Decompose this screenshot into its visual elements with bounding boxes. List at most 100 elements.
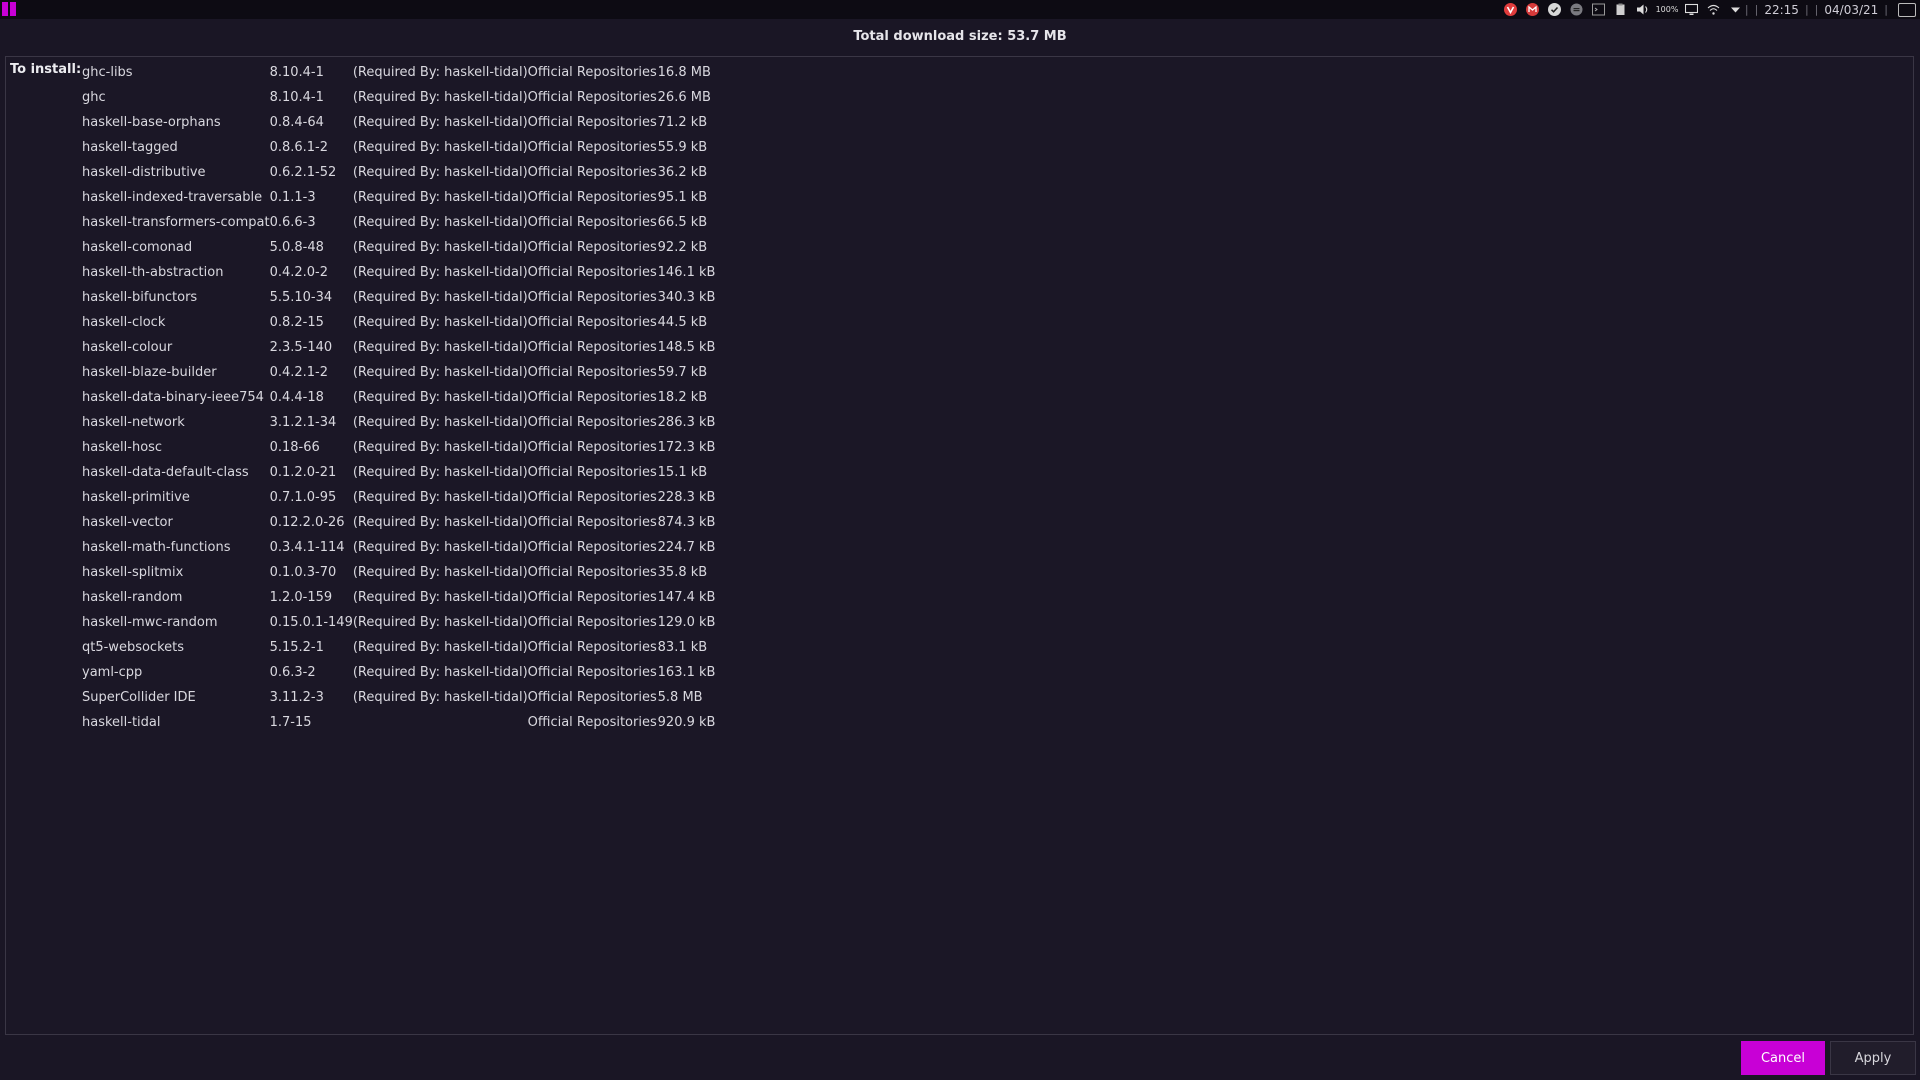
package-row[interactable]: haskell-data-default-class 0.1.2.0-21 (Req…	[82, 460, 715, 485]
package-required-by: (Required By: haskell-tidal)	[352, 215, 528, 230]
package-required-by: (Required By: haskell-tidal)	[352, 690, 528, 705]
package-repository: Official Repositories	[527, 465, 657, 480]
package-repository: Official Repositories	[527, 290, 657, 305]
package-repository: Official Repositories	[527, 390, 657, 405]
package-row[interactable]: haskell-base-orphans 0.8.4-64 (Required By…	[82, 110, 715, 135]
keyboard-icon[interactable]	[1898, 2, 1916, 17]
package-row[interactable]: haskell-mwc-random 0.15.0.1-149 (Required …	[82, 610, 715, 635]
display-icon[interactable]	[1685, 3, 1698, 16]
package-row[interactable]: haskell-indexed-traversable 0.1.1-3 (Requi…	[82, 185, 715, 210]
package-version: 0.3.4.1-114	[269, 540, 345, 555]
package-version: 0.12.2.0-26	[269, 515, 345, 530]
package-size: 71.2 kB	[657, 115, 708, 130]
package-name: haskell-math-functions	[82, 540, 231, 555]
check-icon[interactable]	[1548, 3, 1561, 16]
package-row[interactable]: SuperCollider IDE 3.11.2-3 (Required By: h…	[82, 685, 715, 710]
package-row[interactable]: haskell-random 1.2.0-159 (Required By: has…	[82, 585, 715, 610]
package-name: ghc	[82, 90, 106, 105]
clock-time[interactable]: 22:15	[1764, 3, 1799, 17]
terminal-icon[interactable]	[1592, 3, 1605, 16]
package-required-by: (Required By: haskell-tidal)	[352, 665, 528, 680]
package-repository: Official Repositories	[527, 540, 657, 555]
package-row[interactable]: haskell-math-functions 0.3.4.1-114 (Requir…	[82, 535, 715, 560]
package-size: 15.1 kB	[657, 465, 708, 480]
package-row[interactable]: haskell-network 3.1.2.1-34 (Required By: h…	[82, 410, 715, 435]
package-row[interactable]: haskell-tidal 1.7-15 Official Repositories…	[82, 710, 715, 735]
clock-date[interactable]: 04/03/21	[1824, 3, 1878, 17]
package-row[interactable]: haskell-bifunctors 5.5.10-34 (Required By:…	[82, 285, 715, 310]
chat-icon[interactable]	[1570, 3, 1583, 16]
package-row[interactable]: haskell-colour 2.3.5-140 (Required By: has…	[82, 335, 715, 360]
package-required-by: (Required By: haskell-tidal)	[352, 515, 528, 530]
cancel-button[interactable]: Cancel	[1741, 1041, 1825, 1075]
package-size: 92.2 kB	[657, 240, 708, 255]
vivaldi-icon[interactable]	[1504, 3, 1517, 16]
separator: |	[1744, 3, 1749, 16]
package-row[interactable]: qt5-websockets 5.15.2-1 (Required By: hask…	[82, 635, 715, 660]
package-size: 163.1 kB	[657, 665, 716, 680]
package-repository: Official Repositories	[527, 615, 657, 630]
package-repository: Official Repositories	[527, 690, 657, 705]
package-name: haskell-data-default-class	[82, 465, 249, 480]
package-version: 0.1.0.3-70	[269, 565, 337, 580]
package-size: 59.7 kB	[657, 365, 708, 380]
package-repository: Official Repositories	[527, 365, 657, 380]
package-name: haskell-bifunctors	[82, 290, 198, 305]
system-tray: 100%	[1504, 0, 1742, 19]
package-repository: Official Repositories	[527, 265, 657, 280]
package-row[interactable]: haskell-th-abstraction 0.4.2.0-2 (Required…	[82, 260, 715, 285]
package-required-by: (Required By: haskell-tidal)	[352, 165, 528, 180]
package-row[interactable]: haskell-data-binary-ieee754 0.4.4-18 (Requ…	[82, 385, 715, 410]
package-size: 95.1 kB	[657, 190, 708, 205]
apply-button[interactable]: Apply	[1830, 1041, 1916, 1075]
package-row[interactable]: haskell-distributive 0.6.2.1-52 (Required …	[82, 160, 715, 185]
total-download-size: Total download size: 53.7 MB	[853, 29, 1067, 44]
package-size: 224.7 kB	[657, 540, 716, 555]
package-row[interactable]: haskell-vector 0.12.2.0-26 (Required By: h…	[82, 510, 715, 535]
package-repository: Official Repositories	[527, 515, 657, 530]
package-required-by: (Required By: haskell-tidal)	[352, 340, 528, 355]
package-row[interactable]: haskell-comonad 5.0.8-48 (Required By: has…	[82, 235, 715, 260]
package-repository: Official Repositories	[527, 190, 657, 205]
package-version: 0.4.2.0-2	[269, 265, 329, 280]
package-required-by: (Required By: haskell-tidal)	[352, 440, 528, 455]
wifi-icon[interactable]	[1707, 3, 1720, 16]
package-row[interactable]: ghc 8.10.4-1 (Required By: haskell-tidal) O…	[82, 85, 715, 110]
package-size: 5.8 MB	[657, 690, 703, 705]
package-size: 16.8 MB	[657, 65, 711, 80]
battery-icon[interactable]: 100%	[1656, 3, 1679, 16]
package-required-by: (Required By: haskell-tidal)	[352, 465, 528, 480]
app-menu-icon[interactable]	[2, 2, 16, 16]
package-repository: Official Repositories	[527, 590, 657, 605]
package-required-by: (Required By: haskell-tidal)	[352, 65, 528, 80]
package-row[interactable]: haskell-tagged 0.8.6.1-2 (Required By: has…	[82, 135, 715, 160]
package-repository: Official Repositories	[527, 140, 657, 155]
separator: |	[1754, 3, 1759, 16]
package-version: 0.7.1.0-95	[269, 490, 337, 505]
package-size: 35.8 kB	[657, 565, 708, 580]
package-version: 5.5.10-34	[269, 290, 333, 305]
volume-icon[interactable]	[1636, 3, 1649, 16]
clipboard-icon[interactable]	[1614, 3, 1627, 16]
package-required-by: (Required By: haskell-tidal)	[352, 415, 528, 430]
package-size: 228.3 kB	[657, 490, 716, 505]
package-row[interactable]: haskell-hosc 0.18-66 (Required By: haskell…	[82, 435, 715, 460]
package-required-by: (Required By: haskell-tidal)	[352, 190, 528, 205]
chevron-down-icon[interactable]	[1729, 3, 1742, 16]
package-version: 0.6.2.1-52	[269, 165, 337, 180]
package-name: haskell-distributive	[82, 165, 206, 180]
package-required-by: (Required By: haskell-tidal)	[352, 140, 528, 155]
gmail-icon[interactable]	[1526, 3, 1539, 16]
package-row[interactable]: haskell-primitive 0.7.1.0-95 (Required By:…	[82, 485, 715, 510]
package-version: 3.11.2-3	[269, 690, 324, 705]
package-row[interactable]: yaml-cpp 0.6.3-2 (Required By: haskell-tid…	[82, 660, 715, 685]
package-row[interactable]: haskell-splitmix 0.1.0.3-70 (Required By: …	[82, 560, 715, 585]
package-required-by: (Required By: haskell-tidal)	[352, 290, 528, 305]
package-name: haskell-splitmix	[82, 565, 184, 580]
package-repository: Official Repositories	[527, 415, 657, 430]
package-row[interactable]: ghc-libs 8.10.4-1 (Required By: haskell-ti…	[82, 60, 715, 85]
package-row[interactable]: haskell-blaze-builder 0.4.2.1-2 (Required …	[82, 360, 715, 385]
package-version: 5.15.2-1	[269, 640, 324, 655]
package-row[interactable]: haskell-clock 0.8.2-15 (Required By: haske…	[82, 310, 715, 335]
package-row[interactable]: haskell-transformers-compat 0.6.6-3 (Requi…	[82, 210, 715, 235]
